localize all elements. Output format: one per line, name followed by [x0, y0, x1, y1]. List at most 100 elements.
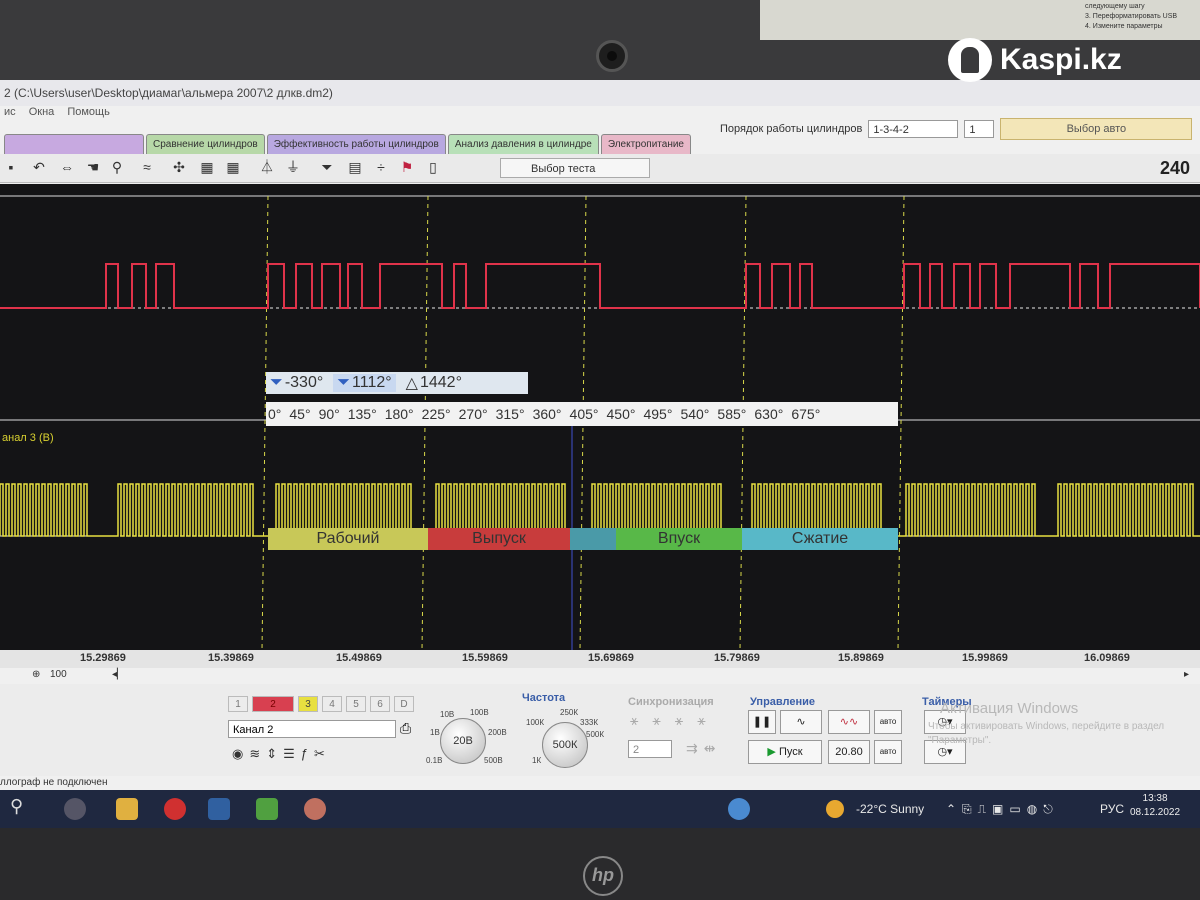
toolbar: ▪ ↶ ⇔ ☚ ⚲ ≈ ✣ ▦ ▦ ⏃ ⏚ ⏷ ▤ ÷ ⚑ ▯ Выбор те…: [0, 154, 1200, 183]
cortana-icon[interactable]: [64, 798, 86, 820]
taskbar: ⚲ -22°C Sunny ⌃⎘⎍▣▭◍⎋ РУС 13:38 08.12.20…: [0, 790, 1200, 828]
tab-pressure-analysis[interactable]: Анализ давления в цилиндре: [447, 134, 599, 154]
delta-readout: △ 1442°: [402, 373, 466, 393]
weather-icon: [826, 800, 844, 818]
kaspi-watermark: Kaspi.kz: [948, 38, 1122, 82]
windows-activation-title: Активация Windows: [940, 700, 1079, 717]
arrows-icon[interactable]: ⇔: [58, 158, 76, 176]
tray-icons[interactable]: ⌃⎘⎍▣▭◍⎋: [946, 790, 1059, 828]
stroke-intake: Впуск: [616, 528, 742, 550]
zoom-select[interactable]: 100: [50, 669, 67, 680]
windows-activation-text: Чтобы активировать Windows, перейдите в …: [928, 721, 1165, 746]
split-icon[interactable]: ÷: [372, 158, 390, 176]
angle-tick: 225°: [421, 406, 451, 422]
time-tick: 15.49869: [336, 652, 382, 664]
weather-text[interactable]: -22°C Sunny: [856, 790, 924, 828]
oscilloscope-view[interactable]: анал 3 (В) ⏷ -330° ⏷ 1112° △ 1442° 0° 45° 90°…: [0, 184, 1200, 650]
channel-button-2[interactable]: 2: [252, 696, 294, 712]
auto-button-1[interactable]: авто: [874, 710, 902, 734]
tab-cylinder-compare[interactable]: Сравнение цилиндров: [146, 134, 265, 154]
diagnostic-app-icon[interactable]: [208, 798, 230, 820]
time-tick: 15.79869: [714, 652, 760, 664]
horizontal-scrollbar[interactable]: ⊕ 100 ◂▏ ▸: [0, 668, 1200, 684]
language-indicator[interactable]: РУС: [1100, 790, 1124, 828]
auto-select-button[interactable]: Выбор авто: [1000, 118, 1193, 140]
cross-icon[interactable]: ✣: [170, 158, 188, 176]
sine-button[interactable]: ∿: [780, 710, 822, 734]
test-select[interactable]: Выбор теста: [500, 158, 650, 178]
angle-tick: 270°: [458, 406, 488, 422]
channel-button-4[interactable]: 4: [322, 696, 342, 712]
wave-icon[interactable]: ≈: [138, 158, 156, 176]
grid2-icon[interactable]: ▦: [224, 158, 242, 176]
channel-button-6[interactable]: 6: [370, 696, 390, 712]
voltage-knob[interactable]: 20В: [440, 718, 486, 764]
browser-icon[interactable]: [304, 798, 326, 820]
stroke-exhaust: Выпуск: [428, 528, 570, 550]
channel-button-d[interactable]: D: [394, 696, 414, 712]
zoom-icon[interactable]: ⚲: [108, 158, 126, 176]
kaspi-logo-icon: [948, 38, 992, 82]
channel-button-3[interactable]: 3: [298, 696, 318, 712]
delta-value: 1442°: [419, 374, 462, 391]
freq-label: 500К: [586, 730, 605, 739]
time-tick: 15.29869: [80, 652, 126, 664]
printer-icon[interactable]: ⎙: [400, 720, 411, 737]
paper-line: 4. Измените параметры: [1085, 23, 1163, 30]
stroke-overlap: [570, 528, 616, 550]
menu-item[interactable]: ис: [4, 106, 16, 118]
stroke-power: Рабочий: [268, 528, 428, 550]
flag-icon[interactable]: ⚑: [398, 158, 416, 176]
voltage-label: 200В: [488, 728, 507, 737]
tab-blank[interactable]: [4, 134, 144, 154]
search-icon[interactable]: ⚲: [10, 796, 23, 817]
table-icon[interactable]: ▤: [346, 158, 364, 176]
menu-item-windows[interactable]: Окна: [29, 106, 55, 118]
channel-select[interactable]: Канал 2: [228, 720, 396, 738]
grid-icon[interactable]: ▦: [198, 158, 216, 176]
sync-icons[interactable]: ⚹⚹⚹⚹: [630, 712, 720, 729]
control-title: Управление: [750, 696, 816, 708]
doc-icon[interactable]: ▯: [424, 158, 442, 176]
file-explorer-icon[interactable]: [116, 798, 138, 820]
zero-icon[interactable]: ⏚: [284, 158, 302, 176]
channel-tool-icons[interactable]: ◉≋⇕☰ƒ✂: [232, 746, 331, 762]
help-app-icon[interactable]: [256, 798, 278, 820]
noise-button[interactable]: ∿∿: [828, 710, 870, 734]
pause-button[interactable]: ❚❚: [748, 710, 776, 734]
channel-button-5[interactable]: 5: [346, 696, 366, 712]
save-icon[interactable]: ▪: [2, 158, 20, 176]
yandex-browser-icon[interactable]: [164, 798, 186, 820]
menu-item-help[interactable]: Помощь: [67, 106, 110, 118]
delta-icon: △: [405, 375, 418, 392]
hand-icon[interactable]: ☚: [84, 158, 102, 176]
sync-select[interactable]: 2: [628, 740, 672, 758]
undo-icon[interactable]: ↶: [30, 158, 48, 176]
clock[interactable]: 13:38 08.12.2022: [1130, 792, 1180, 820]
scroll-right-icon[interactable]: ▸: [1184, 669, 1189, 680]
webcam: [596, 40, 628, 72]
auto-icon[interactable]: ⏃: [258, 158, 276, 176]
angle-tick: 360°: [532, 406, 562, 422]
speed-display: 20.80: [828, 740, 870, 764]
tab-power[interactable]: Электропитание: [600, 134, 691, 154]
voltage-label: 500В: [484, 756, 503, 765]
tab-cylinder-efficiency[interactable]: Эффективность работы цилиндров: [266, 134, 446, 154]
sync-arrows-icon[interactable]: ⇉⇹: [686, 740, 721, 757]
cylinder-stepper[interactable]: 1: [964, 120, 995, 138]
start-button[interactable]: ▶ Пуск: [748, 740, 822, 764]
filter-icon[interactable]: ⏷: [318, 158, 336, 176]
channel-button-1[interactable]: 1: [228, 696, 248, 712]
firing-order-select[interactable]: 1-3-4-2: [868, 120, 959, 138]
angle-scale: 0° 45° 90° 135° 180° 225° 270° 315° 360° 405° 450°…: [266, 402, 898, 426]
help-circle-icon[interactable]: [728, 798, 750, 820]
window-title: 2 (C:\Users\user\Desktop\диамаг\альмера …: [0, 80, 1200, 106]
auto-button-2[interactable]: авто: [874, 740, 902, 764]
time-tick: 15.89869: [838, 652, 884, 664]
firing-order-label: Порядок работы цилиндров: [720, 123, 863, 135]
voltage-label: 100В: [470, 708, 489, 717]
scroll-first-icon[interactable]: ◂▏: [112, 669, 125, 680]
zoom-stepper-icon[interactable]: ⊕: [32, 669, 40, 680]
frequency-knob[interactable]: 500К: [542, 722, 588, 768]
voltage-label: 1В: [430, 728, 440, 737]
